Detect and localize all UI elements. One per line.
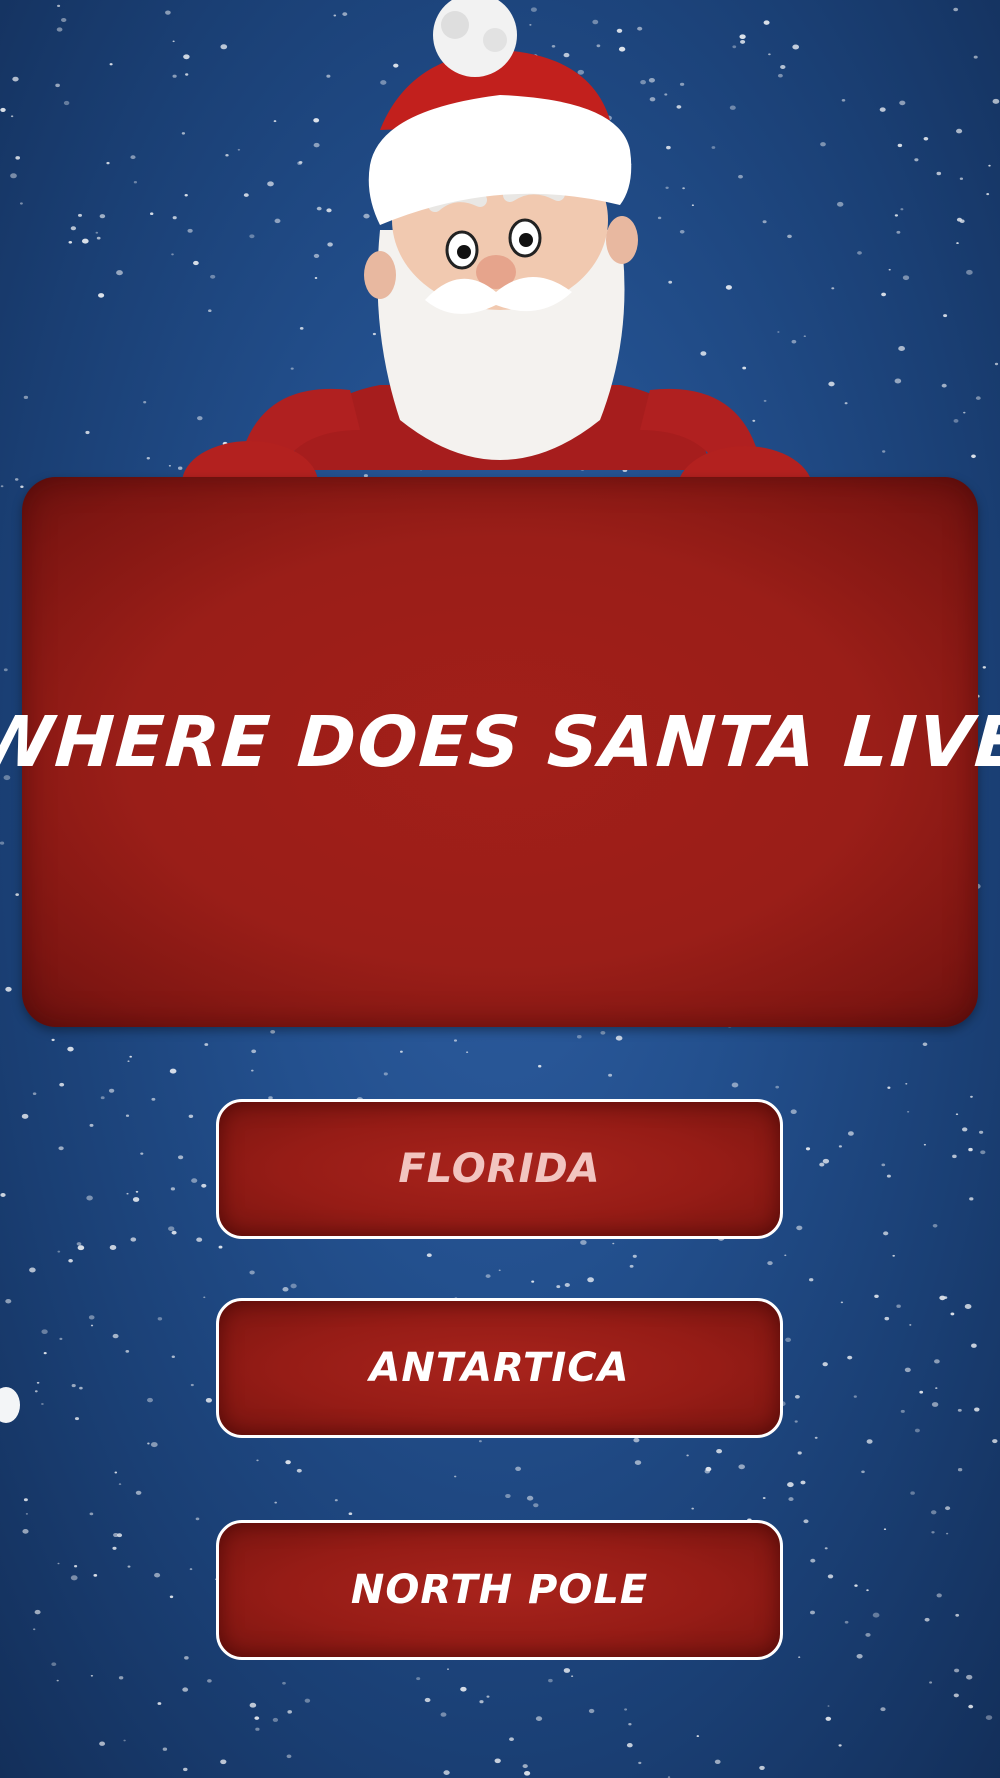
answer-button-north-pole[interactable]: NORTH POLE xyxy=(216,1520,783,1660)
answer-button-florida[interactable]: FLORIDA xyxy=(216,1099,783,1239)
question-text: WHERE DOES SANTA LIVE xyxy=(0,701,1000,783)
game-screen: WHERE DOES SANTA LIVE FLORIDA ANTARTICA … xyxy=(0,0,1000,1778)
answer-button-antartica[interactable]: ANTARTICA xyxy=(216,1298,783,1438)
santa-character-icon xyxy=(182,0,813,534)
answer-label: NORTH POLE xyxy=(350,1567,649,1613)
answer-label: ANTARTICA xyxy=(369,1345,630,1391)
question-sign: WHERE DOES SANTA LIVE xyxy=(0,477,1000,1027)
answer-label: FLORIDA xyxy=(398,1146,601,1192)
